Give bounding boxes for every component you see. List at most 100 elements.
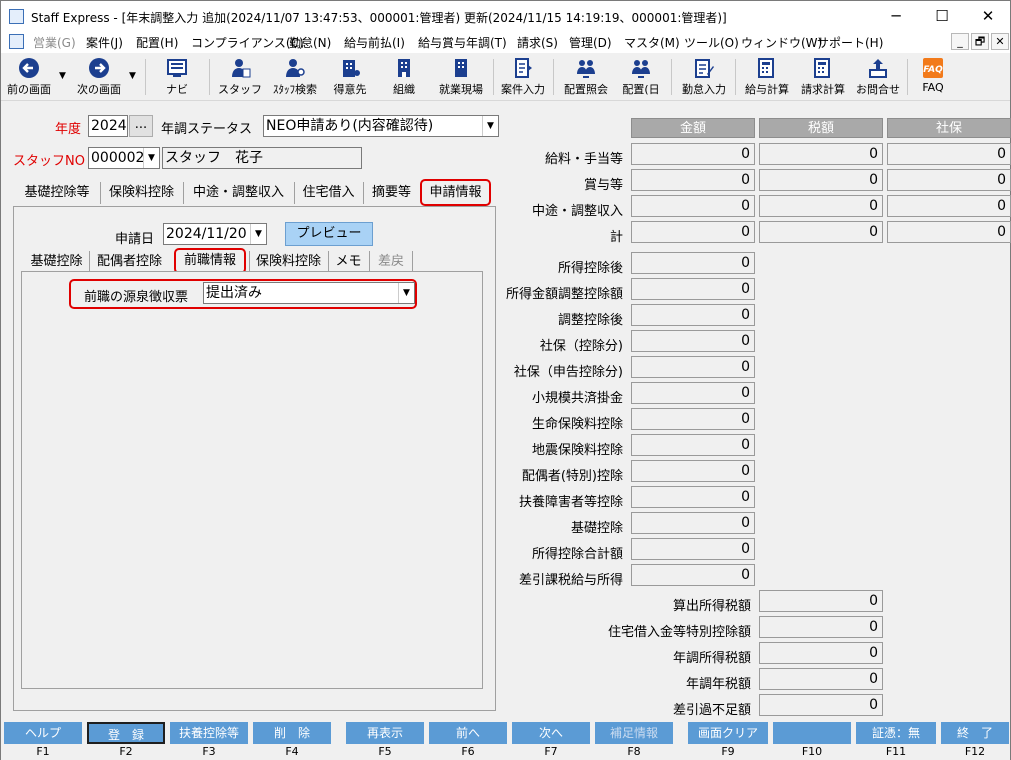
- job-entry-button[interactable]: 案件入力: [497, 55, 549, 99]
- faq-button[interactable]: FAQ FAQ: [913, 55, 953, 99]
- faq-label: FAQ: [922, 81, 944, 94]
- social-declared-value: 0: [631, 356, 755, 378]
- exit-button[interactable]: 終 了: [941, 722, 1009, 744]
- organization-button[interactable]: 組織: [381, 55, 427, 99]
- menu-management[interactable]: 管理(D): [569, 34, 612, 51]
- year-field[interactable]: 2024: [88, 115, 128, 137]
- staff-no-value: 000002: [91, 150, 145, 166]
- job-entry-icon: [515, 58, 532, 78]
- placement-daily-button[interactable]: 配置(日: [617, 55, 665, 99]
- fkey-label-f4: F4: [285, 745, 299, 758]
- row-label-calculated-tax: 算出所得税額: [672, 599, 751, 614]
- staff-search-icon: [286, 59, 305, 77]
- menu-support[interactable]: サポート(H): [817, 34, 883, 51]
- staff-name-field: スタッフ 花子: [162, 147, 362, 169]
- menu-master[interactable]: マスタ(M): [624, 34, 680, 51]
- attendance-entry-button[interactable]: 勤怠入力: [677, 55, 731, 99]
- menu-payroll[interactable]: 給与賞与年調(T): [418, 34, 507, 51]
- row-label-social-deducted: 社保（控除分): [539, 339, 623, 354]
- tab-mid-year-income[interactable]: 中途・調整収入: [183, 182, 293, 204]
- customer-icon: [343, 60, 360, 77]
- menu-pay-advance[interactable]: 給与前払(I): [344, 34, 405, 51]
- menu-billing[interactable]: 請求(S): [517, 34, 558, 51]
- menu-jobs[interactable]: 案件(J): [86, 34, 123, 51]
- fkey-label-f12: F12: [964, 745, 986, 758]
- menu-window[interactable]: ウィンドウ(W): [741, 34, 822, 51]
- staff-button[interactable]: スタッフ: [217, 55, 263, 99]
- tab-insurance-deductions[interactable]: 保険料控除: [100, 182, 182, 204]
- housing-loan-credit-value: 0: [759, 616, 883, 638]
- withholding-slip-select[interactable]: 提出済み ▼: [203, 282, 415, 304]
- dependent-deduction-button[interactable]: 扶養控除等: [170, 722, 248, 744]
- inner-tab-spouse-deduction[interactable]: 配偶者控除: [89, 251, 169, 273]
- chevron-down-icon[interactable]: ▼: [143, 148, 159, 168]
- menu-placement[interactable]: 配置(H): [136, 34, 178, 51]
- payroll-calc-button[interactable]: 給与計算: [741, 55, 793, 99]
- evidence-button[interactable]: 証憑：無: [856, 722, 936, 744]
- next-button[interactable]: 次へ: [512, 722, 590, 744]
- customer-button[interactable]: 得意先: [327, 55, 373, 99]
- chevron-down-icon[interactable]: ▼: [398, 283, 414, 303]
- row-label-annual-tax: 年調年税額: [685, 677, 751, 692]
- calendar-dropdown-icon[interactable]: ▼: [250, 224, 266, 244]
- row-label-income-adjustment: 所得金額調整控除額: [505, 287, 623, 302]
- help-button[interactable]: ヘルプ: [4, 722, 82, 744]
- year-picker-button[interactable]: ...: [129, 115, 153, 137]
- inner-tab-insurance-deduction[interactable]: 保険料控除: [249, 251, 327, 273]
- worksite-button[interactable]: 就業現場: [433, 55, 489, 99]
- mdi-close-button[interactable]: ✕: [991, 33, 1009, 50]
- menu-compliance[interactable]: コンプライアンス(C): [191, 34, 304, 51]
- row-label-bonus: 賞与等: [583, 178, 623, 193]
- row-label-housing-loan-credit: 住宅借入金等特別控除額: [607, 625, 751, 640]
- close-button[interactable]: ✕: [965, 1, 1011, 31]
- menu-tools[interactable]: ツール(O): [684, 34, 739, 51]
- forward-button[interactable]: 次の画面: [73, 55, 125, 99]
- application-date-field[interactable]: 2024/11/20 ▼: [163, 223, 267, 245]
- small-business-mutual-value: 0: [631, 382, 755, 404]
- refresh-button[interactable]: 再表示: [346, 722, 424, 744]
- previous-button[interactable]: 前へ: [429, 722, 507, 744]
- basic-deduction-value: 0: [631, 512, 755, 534]
- delete-button[interactable]: 削 除: [253, 722, 331, 744]
- register-button[interactable]: 登 録: [87, 722, 165, 744]
- maximize-button[interactable]: ☐: [919, 1, 965, 31]
- payroll-calc-label: 給与計算: [745, 83, 789, 96]
- staff-no-label: スタッフNO: [13, 154, 85, 169]
- back-dropdown-icon[interactable]: ▼: [59, 71, 66, 81]
- billing-calc-label: 請求計算: [801, 83, 845, 96]
- staff-search-label: ｽﾀｯﾌ検索: [273, 83, 317, 96]
- salary-tax: 0: [759, 143, 883, 165]
- billing-calc-button[interactable]: 請求計算: [797, 55, 849, 99]
- navi-button[interactable]: ナビ: [153, 55, 201, 99]
- back-button[interactable]: 前の画面: [3, 55, 55, 99]
- staff-no-select[interactable]: 000002 ▼: [88, 147, 160, 169]
- mdi-restore-button[interactable]: 🗗: [971, 33, 989, 50]
- staff-icon: [232, 59, 251, 78]
- inquiry-button[interactable]: お問合せ: [853, 55, 903, 99]
- placement-daily-icon: [632, 60, 650, 78]
- mdi-minimize-button[interactable]: _: [951, 33, 969, 50]
- inquiry-icon: [869, 59, 887, 78]
- minimize-button[interactable]: ─: [873, 1, 919, 31]
- status-select[interactable]: NEO申請あり(内容確認待) ▼: [263, 115, 499, 137]
- forward-dropdown-icon[interactable]: ▼: [129, 71, 136, 81]
- tab-housing-loan[interactable]: 住宅借入: [294, 182, 362, 204]
- preview-button[interactable]: プレビュー: [285, 222, 373, 246]
- worksite-label: 就業現場: [439, 83, 483, 96]
- inner-tab-basic-deduction[interactable]: 基礎控除: [25, 251, 88, 273]
- toolbar: 前の画面 ▼ 次の画面 ▼ ナビ スタッフ ｽﾀｯﾌ検索 得意先 組織 就業現場…: [1, 53, 1010, 101]
- f10-button[interactable]: [773, 722, 851, 744]
- inquiry-label: お問合せ: [856, 83, 900, 96]
- tab-basic-deductions[interactable]: 基礎控除等: [15, 182, 99, 204]
- tab-remarks[interactable]: 摘要等: [363, 182, 419, 204]
- window-title: Staff Express - [年末調整入力 追加(2024/11/07 13…: [31, 11, 727, 25]
- clear-screen-button[interactable]: 画面クリア: [688, 722, 768, 744]
- placement-inquiry-button[interactable]: 配置照会: [559, 55, 613, 99]
- chevron-down-icon[interactable]: ▼: [482, 116, 498, 136]
- staff-search-button[interactable]: ｽﾀｯﾌ検索: [267, 55, 323, 99]
- inner-tab-memo[interactable]: メモ: [328, 251, 368, 273]
- menu-attendance[interactable]: 勤怠(N): [289, 34, 331, 51]
- placement-inquiry-icon: [577, 60, 595, 78]
- toolbar-separator: [493, 59, 494, 95]
- menu-sales[interactable]: 営業(G): [33, 34, 76, 51]
